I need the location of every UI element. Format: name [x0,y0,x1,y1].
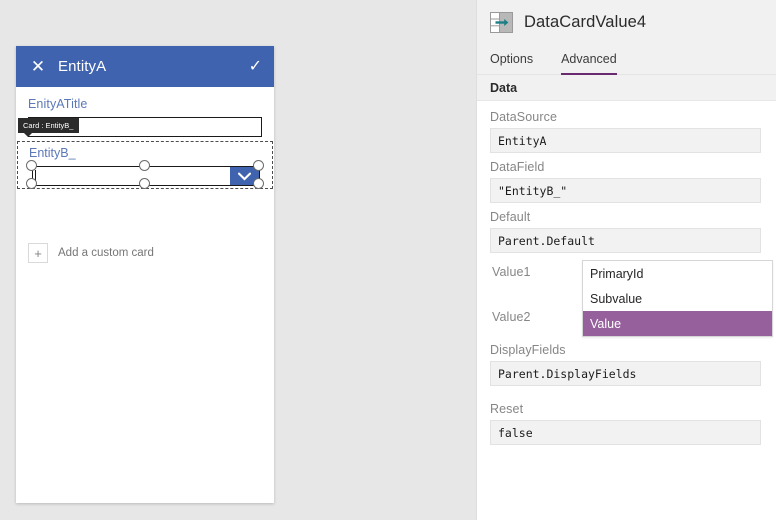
property-datasource: DataSource EntityA [490,110,761,153]
resize-handle-bottom-center[interactable] [139,178,150,189]
property-dropdown-list[interactable]: PrimaryId Subvalue Value [582,260,773,337]
tab-advanced[interactable]: Advanced [561,44,631,75]
tab-options[interactable]: Options [490,44,547,74]
section-header-data: Data [477,75,776,101]
property-label: DataField [490,160,545,174]
dropdown-option-subvalue[interactable]: Subvalue [583,286,772,311]
resize-handle-top-right[interactable] [253,160,264,171]
form-title: EntityA [58,58,107,75]
data-card-label: EnityATitle [28,97,88,111]
add-custom-card-button[interactable]: + Add a custom card [28,243,154,263]
entity-form-control[interactable]: ✕ EntityA ✓ EnityATitle + Add a custom c… [16,46,274,503]
property-value1: Value1 Value2 PrimaryId Subvalue Value [490,260,773,337]
properties-tabs: Options Advanced [477,44,776,75]
resize-handle-top-left[interactable] [26,160,37,171]
property-label: Reset [490,402,524,416]
app-canvas: ✕ EntityA ✓ EnityATitle + Add a custom c… [0,0,474,520]
section-title: Data [490,80,518,95]
properties-body: DataSource EntityA DataField "EntityB_" … [477,101,776,445]
property-displayfields: DisplayFields Parent.DisplayFields [490,343,761,386]
property-value-input[interactable]: Parent.DisplayFields [490,361,761,386]
close-icon[interactable]: ✕ [28,58,48,75]
property-label: DisplayFields [490,343,566,357]
property-default: Default Parent.Default [490,210,761,253]
add-custom-card-label: Add a custom card [58,247,154,259]
form-header: ✕ EntityA ✓ [16,46,274,87]
property-value-input[interactable]: Parent.Default [490,228,761,253]
resize-handle-bottom-right[interactable] [253,178,264,189]
property-datafield: DataField "EntityB_" [490,160,761,203]
card-tooltip: Card : EntityB_ [18,118,80,137]
property-label: Default [490,210,531,224]
resize-handle-bottom-left[interactable] [26,178,37,189]
properties-panel: DataCardValue4 Options Advanced Data Dat… [476,0,776,520]
property-label: Value2 [492,310,531,324]
property-label: DataSource [490,110,558,124]
properties-panel-header: DataCardValue4 [477,0,776,44]
checkmark-icon[interactable]: ✓ [249,58,262,75]
dropdown-option-primaryid[interactable]: PrimaryId [583,261,772,286]
combobox-control-icon [490,11,513,33]
property-reset: Reset false [490,402,761,445]
property-value-input[interactable]: false [490,420,761,445]
dropdown-option-value[interactable]: Value [583,311,772,336]
property-label: Value1 [492,265,531,279]
plus-icon: + [28,243,48,263]
property-value-input[interactable]: "EntityB_" [490,178,761,203]
resize-handle-top-center[interactable] [139,160,150,171]
property-value-input[interactable]: EntityA [490,128,761,153]
data-card-label: EntityB_ [29,146,76,160]
properties-panel-title: DataCardValue4 [524,12,647,31]
